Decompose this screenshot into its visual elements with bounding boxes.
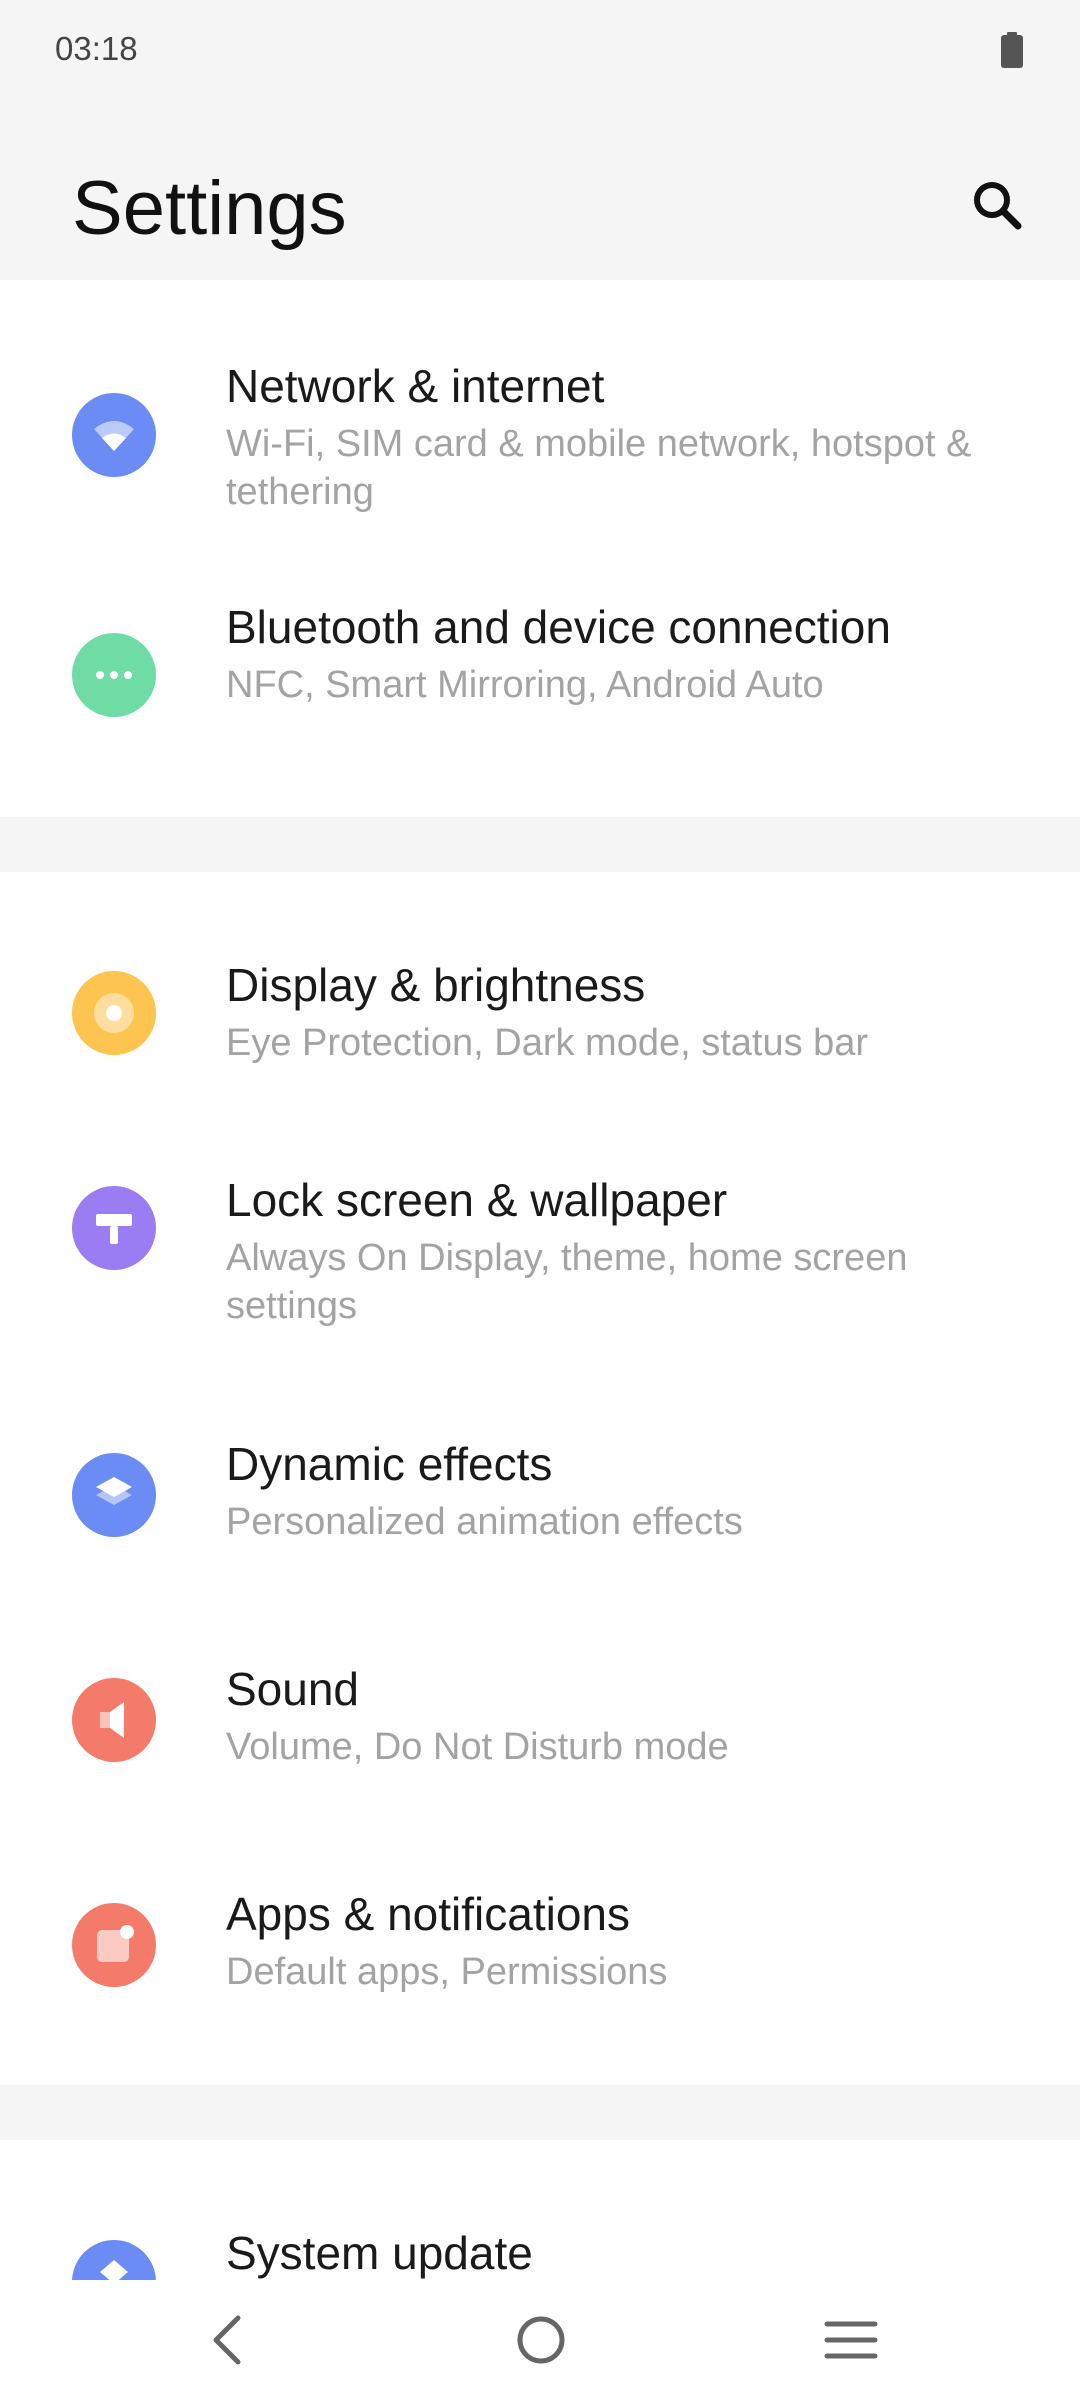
settings-item-subtitle: Volume, Do Not Disturb mode — [226, 1726, 729, 1768]
settings-item-dynamic-effects[interactable]: Dynamic effects Personalized animation e… — [0, 1352, 1080, 1577]
settings-item-title: Lock screen & wallpaper — [226, 1174, 728, 1226]
more-dots-icon — [72, 633, 156, 717]
navigation-bar — [0, 2280, 1080, 2400]
settings-item-title: System update — [226, 2227, 533, 2279]
settings-item-apps[interactable]: Apps & notifications Default apps, Permi… — [0, 1803, 1080, 2085]
home-icon — [517, 2316, 565, 2364]
settings-item-dynamic-effects-text: Dynamic effects Personalized animation e… — [226, 1436, 1000, 1546]
settings-item-lockscreen[interactable]: Lock screen & wallpaper Always On Displa… — [0, 1090, 1080, 1352]
app-notification-icon — [72, 1903, 156, 1987]
wifi-icon — [72, 393, 156, 477]
system-update-icon — [72, 2240, 156, 2280]
page-title: Settings — [72, 166, 347, 251]
back-button[interactable] — [183, 2300, 273, 2380]
settings-item-title: Sound — [226, 1663, 360, 1715]
settings-item-title: Dynamic effects — [226, 1438, 553, 1490]
settings-item-subtitle: Wi-Fi, SIM card & mobile network, hotspo… — [226, 423, 972, 513]
settings-item-apps-text: Apps & notifications Default apps, Permi… — [226, 1886, 1000, 1996]
settings-group-device: Display & brightness Eye Protection, Dar… — [0, 872, 1080, 2085]
speaker-icon — [72, 1678, 156, 1762]
settings-item-display[interactable]: Display & brightness Eye Protection, Dar… — [0, 872, 1080, 1090]
status-time: 03:18 — [55, 30, 138, 67]
settings-item-lockscreen-text: Lock screen & wallpaper Always On Displa… — [226, 1172, 1000, 1330]
settings-item-bluetooth[interactable]: Bluetooth and device connection NFC, Sma… — [0, 543, 1080, 817]
settings-item-display-text: Display & brightness Eye Protection, Dar… — [226, 957, 1000, 1067]
settings-item-title: Apps & notifications — [226, 1888, 631, 1940]
status-bar: 03:18 — [0, 0, 1080, 110]
paint-roller-icon — [72, 1186, 156, 1270]
settings-item-subtitle: Personalized animation effects — [226, 1501, 743, 1543]
back-icon — [213, 2315, 241, 2365]
settings-item-system-update[interactable]: System update — [0, 2140, 1080, 2280]
layers-icon — [72, 1453, 156, 1537]
settings-item-sound-text: Sound Volume, Do Not Disturb mode — [226, 1661, 1000, 1771]
settings-item-subtitle: Default apps, Permissions — [226, 1951, 668, 1993]
menu-button[interactable] — [806, 2300, 896, 2380]
battery-icon — [1001, 32, 1023, 68]
settings-group-connectivity: Network & internet Wi-Fi, SIM card & mob… — [0, 280, 1080, 817]
menu-icon — [824, 2321, 878, 2359]
settings-item-system-update-text: System update — [226, 2225, 1000, 2280]
settings-item-title: Bluetooth and device connection — [226, 601, 891, 653]
settings-item-sound[interactable]: Sound Volume, Do Not Disturb mode — [0, 1577, 1080, 1803]
settings-item-subtitle: Eye Protection, Dark mode, status bar — [226, 1022, 869, 1064]
home-button[interactable] — [496, 2300, 586, 2380]
search-icon — [974, 182, 1022, 230]
settings-item-network-text: Network & internet Wi-Fi, SIM card & mob… — [226, 358, 1000, 516]
search-button[interactable] — [954, 162, 1040, 248]
settings-screen: 03:18 Settings Network & internet Wi-Fi,… — [0, 0, 1080, 2400]
brightness-icon — [72, 971, 156, 1055]
header: Settings — [0, 110, 1080, 280]
settings-item-title: Network & internet — [226, 360, 605, 412]
settings-item-network[interactable]: Network & internet Wi-Fi, SIM card & mob… — [0, 280, 1080, 543]
settings-item-title: Display & brightness — [226, 959, 646, 1011]
settings-item-subtitle: Always On Display, theme, home screen se… — [226, 1237, 908, 1327]
settings-item-bluetooth-text: Bluetooth and device connection NFC, Sma… — [226, 599, 1000, 709]
settings-item-subtitle: NFC, Smart Mirroring, Android Auto — [226, 664, 824, 706]
